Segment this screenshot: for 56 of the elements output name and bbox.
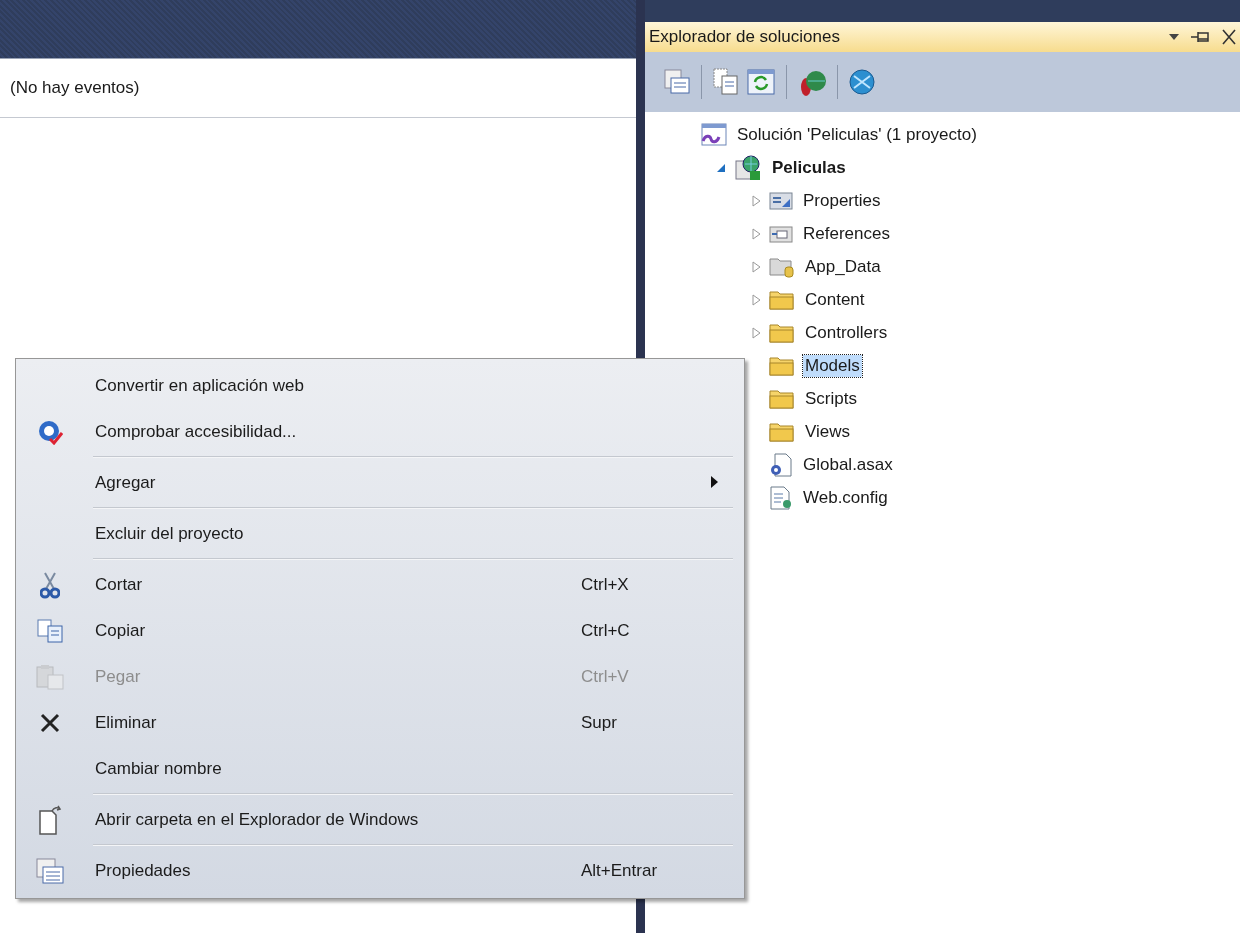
collapsed-arrow-icon[interactable] — [752, 227, 761, 240]
collapsed-arrow-icon[interactable] — [752, 293, 761, 306]
globe-icon[interactable] — [848, 68, 876, 96]
paste-icon — [35, 664, 65, 690]
delete-x-icon — [39, 712, 61, 734]
menu-item[interactable]: Convertir en aplicación web — [19, 363, 741, 409]
tree-item[interactable]: Controllers — [803, 321, 890, 344]
pin-icon[interactable] — [1190, 30, 1212, 44]
folder-icon — [769, 387, 795, 410]
tree-item[interactable]: Web.config — [801, 486, 890, 509]
collapsed-arrow-icon[interactable] — [752, 194, 761, 207]
folder-icon — [769, 420, 795, 443]
tree-item[interactable]: References — [801, 222, 892, 245]
menu-item[interactable]: Eliminar Supr — [19, 700, 741, 746]
folder-icon — [769, 288, 795, 311]
panel-title: Explorador de soluciones — [649, 27, 841, 47]
dropdown-arrow-icon[interactable] — [1168, 33, 1180, 41]
accessibility-check-icon — [37, 419, 63, 445]
scissors-icon — [40, 571, 60, 599]
tree-item[interactable]: Properties — [801, 189, 883, 212]
tree-item[interactable]: Content — [803, 288, 867, 311]
tree-item[interactable]: Solución 'Peliculas' (1 proyecto) — [735, 123, 979, 146]
event-dropdown[interactable]: (No hay eventos) — [10, 78, 140, 98]
menu-item[interactable]: Propiedades Alt+Entrar — [19, 848, 741, 894]
refresh-icon[interactable] — [746, 68, 776, 96]
document-arrow-icon — [38, 805, 62, 835]
copy-icon — [36, 619, 64, 643]
close-icon[interactable] — [1222, 29, 1236, 45]
menu-item[interactable]: Comprobar accesibilidad... — [19, 409, 741, 455]
tree-item[interactable]: App_Data — [803, 255, 883, 278]
menu-item[interactable]: Copiar Ctrl+C — [19, 608, 741, 654]
menu-item[interactable]: Cambiar nombre — [19, 746, 741, 792]
solution-icon — [699, 122, 727, 147]
file-gear-icon — [769, 452, 793, 477]
folder-icon — [769, 321, 795, 344]
menu-item[interactable]: Excluir del proyecto — [19, 511, 741, 557]
tree-item[interactable]: Scripts — [803, 387, 859, 410]
tree-item[interactable]: Global.asax — [801, 453, 895, 476]
project-globe-icon — [734, 154, 762, 181]
properties-icon[interactable] — [663, 68, 691, 96]
folder-database-icon — [769, 255, 795, 278]
properties-icon — [769, 190, 793, 211]
tree-item[interactable]: Views — [803, 420, 853, 443]
properties-icon — [35, 857, 65, 885]
collapsed-arrow-icon[interactable] — [752, 260, 761, 273]
tree-item[interactable]: Peliculas — [770, 156, 848, 179]
references-icon — [769, 223, 793, 244]
collapsed-arrow-icon[interactable] — [752, 326, 761, 339]
show-files-icon[interactable] — [712, 68, 740, 96]
menu-item[interactable]: Cortar Ctrl+X — [19, 562, 741, 608]
expanded-arrow-icon[interactable] — [716, 162, 726, 173]
menu-item[interactable]: Agregar — [19, 460, 741, 506]
folder-icon — [769, 354, 795, 377]
file-config-icon — [769, 485, 793, 510]
tree-item[interactable]: Models — [803, 354, 862, 377]
menu-item[interactable]: Abrir carpeta en el Explorador de Windows — [19, 797, 741, 843]
